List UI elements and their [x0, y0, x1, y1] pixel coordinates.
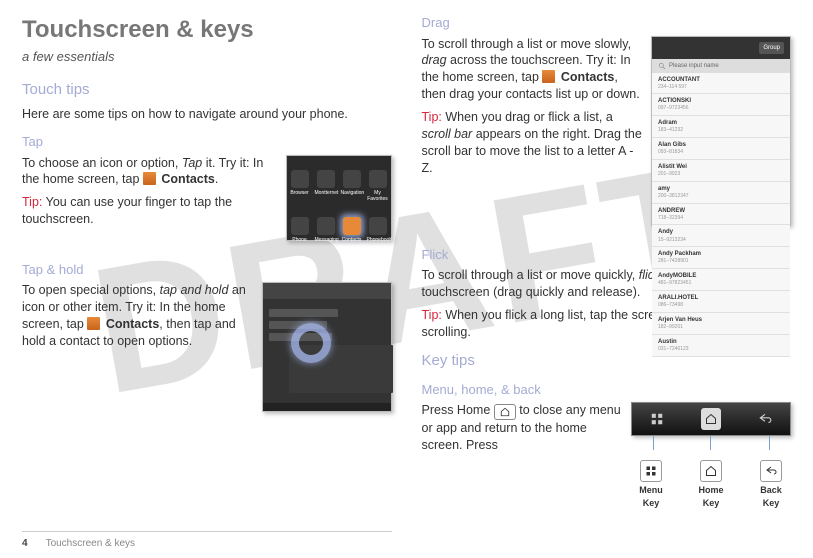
page-title: Touchscreen & keys: [22, 14, 392, 46]
fig-label: Phone: [292, 237, 306, 243]
drag-figure: Group Please input name ACCOUNTANT234–11…: [651, 36, 791, 226]
list-item: amy200–3812347: [652, 182, 790, 204]
left-column: Touchscreen & keys a few essentials Touc…: [22, 14, 392, 509]
touch-tips-heading: Touch tips: [22, 80, 392, 100]
right-column: Drag Group Please input name ACCOUNTANT2…: [422, 14, 792, 509]
list-item: AndyMOBILE481–97823451: [652, 269, 790, 291]
fig-label: Messaging: [315, 237, 339, 243]
back-key-label: Back Key: [751, 460, 791, 508]
list-item: Alistit Wei201–9923: [652, 160, 790, 182]
fig-label: Montternet: [315, 190, 339, 196]
list-item: ARALI.HOTEL086–73498: [652, 291, 790, 313]
home-key-label: Home Key: [691, 460, 731, 508]
hold-figure: [262, 282, 392, 412]
contacts-icon: [143, 172, 156, 185]
page-number: 4: [22, 537, 28, 551]
group-button: Group: [759, 42, 784, 54]
home-icon: [705, 465, 717, 477]
search-icon: [658, 62, 666, 70]
list-item: Arjen Van Heus182–99201: [652, 313, 790, 335]
menu-icon: [650, 412, 664, 426]
list-item: Adram183–41232: [652, 116, 790, 138]
fig-label: Contacts: [342, 237, 362, 243]
search-placeholder: Please input name: [669, 62, 719, 70]
tap-figure: Browser Montternet Navigation My Favorit…: [286, 155, 392, 241]
tap-hold-heading: Tap & hold: [22, 261, 392, 279]
list-item: Andy Packham281–7428901: [652, 247, 790, 269]
key-diagram: Menu Key Home Key Back Key: [631, 402, 791, 508]
home-icon: [705, 413, 717, 425]
fig-label: My Favorites: [367, 190, 388, 203]
fig-label: Navigation: [341, 190, 365, 196]
menu-home-back-heading: Menu, home, & back: [422, 381, 792, 399]
fig-label: PhonebooK: [367, 237, 393, 243]
page-footer: 4 Touchscreen & keys: [22, 537, 135, 551]
back-icon: [758, 412, 772, 426]
touch-tips-intro: Here are some tips on how to navigate ar…: [22, 106, 392, 123]
list-item: Andy15–9213234: [652, 225, 790, 247]
fig-label: Browser: [290, 190, 308, 196]
footer-section: Touchscreen & keys: [46, 537, 136, 551]
list-item: Alan Gibs093–81834: [652, 138, 790, 160]
list-item: ANDREW718–32394: [652, 204, 790, 226]
home-icon: [494, 404, 516, 420]
menu-key-label: Menu Key: [631, 460, 671, 508]
list-item: Austin031–7240123: [652, 335, 790, 357]
contacts-icon: [542, 70, 555, 83]
tap-heading: Tap: [22, 133, 392, 151]
back-icon: [765, 465, 777, 477]
touch-ring-icon: [291, 323, 331, 363]
page-subtitle: a few essentials: [22, 48, 392, 66]
list-item: ACCOUNTANT234–114 597: [652, 73, 790, 95]
menu-icon: [645, 465, 657, 477]
contacts-icon: [87, 317, 100, 330]
list-item: ACTIONSKI097–9723456: [652, 94, 790, 116]
drag-heading: Drag: [422, 14, 792, 32]
